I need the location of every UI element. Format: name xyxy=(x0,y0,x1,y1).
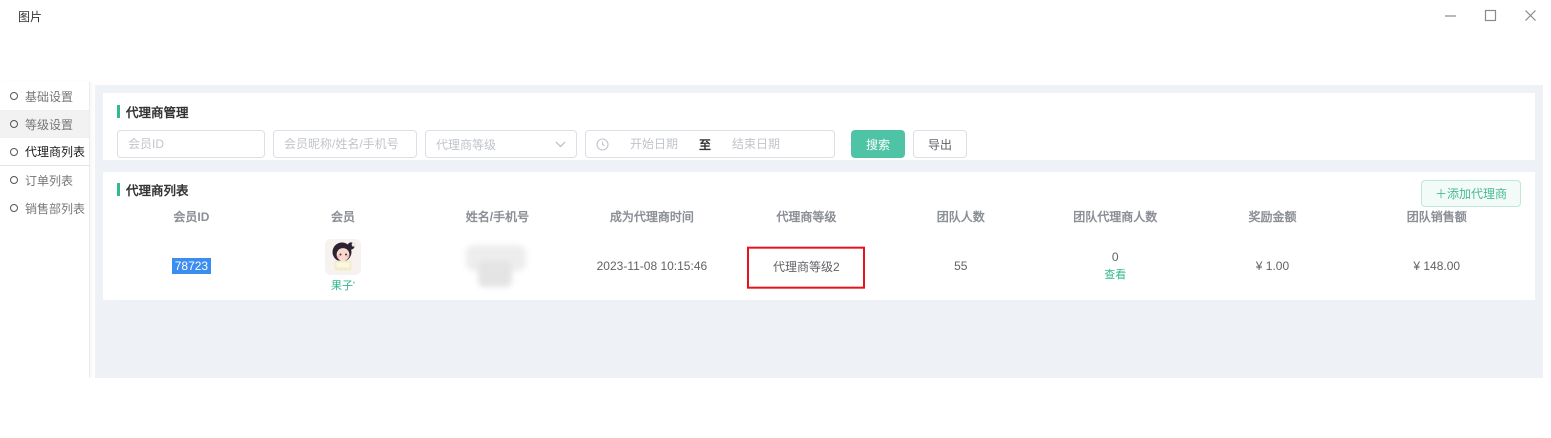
start-date-input[interactable] xyxy=(615,137,693,151)
sidebar-item-label: 基础设置 xyxy=(25,88,73,105)
member-cell: 果子' xyxy=(266,231,420,302)
team-sales-cell: ¥ 148.00 xyxy=(1352,231,1521,302)
agent-management-panel: 代理商管理 代理商等级 至 搜索 导出 xyxy=(103,93,1535,160)
maximize-icon[interactable] xyxy=(1481,6,1499,24)
name-phone-cell xyxy=(420,231,574,302)
window-controls xyxy=(1441,0,1543,30)
sidebar-item-level-settings[interactable]: 等级设置 xyxy=(0,110,89,138)
sidebar-item-basic-settings[interactable]: 基础设置 xyxy=(0,82,89,110)
member-id-input[interactable] xyxy=(117,130,265,158)
export-button[interactable]: 导出 xyxy=(913,130,967,158)
view-link[interactable]: 查看 xyxy=(1104,266,1126,282)
avatar xyxy=(325,239,361,275)
member-nickname-link[interactable]: 果子' xyxy=(331,277,355,293)
col-team-agent-count: 团队代理商人数 xyxy=(1038,201,1192,231)
reward-amount-cell: ¥ 1.00 xyxy=(1192,231,1352,302)
col-member-id: 会员ID xyxy=(117,201,266,231)
section-header: 代理商列表 xyxy=(117,180,1521,199)
search-button[interactable]: 搜索 xyxy=(851,130,905,158)
main-content: 代理商管理 代理商等级 至 搜索 导出 xyxy=(95,85,1543,378)
sidebar-item-label: 销售部列表 xyxy=(25,200,85,217)
chevron-down-icon xyxy=(555,141,566,148)
col-agent-level: 代理商等级 xyxy=(729,201,883,231)
circle-bullet-icon xyxy=(10,120,18,128)
minimize-icon[interactable] xyxy=(1441,6,1459,24)
member-id-cell: 78723 xyxy=(117,231,266,302)
agent-level-value: 代理商等级2 xyxy=(773,258,840,275)
table-header-row: 会员ID 会员 姓名/手机号 成为代理商时间 代理商等级 团队人数 团队代理商人… xyxy=(117,201,1521,231)
add-agent-button[interactable]: ＋添加代理商 xyxy=(1421,180,1521,207)
join-time-cell: 2023-11-08 10:15:46 xyxy=(575,231,729,302)
member-name-input[interactable] xyxy=(273,130,417,158)
agent-level-select-placeholder: 代理商等级 xyxy=(436,136,496,153)
agent-table: 会员ID 会员 姓名/手机号 成为代理商时间 代理商等级 团队人数 团队代理商人… xyxy=(117,201,1521,302)
section-header: 代理商管理 xyxy=(117,102,1521,121)
redacted-name-blur xyxy=(460,243,534,289)
sidebar-item-label: 订单列表 xyxy=(25,172,73,189)
agent-level-cell: 代理商等级2 xyxy=(729,231,883,302)
col-team-count: 团队人数 xyxy=(884,201,1038,231)
sidebar-item-label: 代理商列表 xyxy=(25,143,85,160)
agent-level-select[interactable]: 代理商等级 xyxy=(425,130,577,158)
team-agent-count-value: 0 xyxy=(1112,250,1119,264)
team-count-cell: 55 xyxy=(884,231,1038,302)
col-join-time: 成为代理商时间 xyxy=(575,201,729,231)
col-name-phone: 姓名/手机号 xyxy=(420,201,574,231)
date-to-label: 至 xyxy=(699,136,711,153)
member-id-value[interactable]: 78723 xyxy=(172,258,211,274)
table-row: 78723 xyxy=(117,231,1521,302)
clock-icon xyxy=(596,138,609,151)
window-title: 图片 xyxy=(18,8,42,25)
date-range-picker[interactable]: 至 xyxy=(585,130,835,158)
col-member: 会员 xyxy=(266,201,420,231)
close-icon[interactable] xyxy=(1521,6,1539,24)
agent-list-panel: 代理商列表 ＋添加代理商 会员ID 会员 姓名/手机号 成为代理商时间 代理商等… xyxy=(103,172,1535,300)
sidebar-item-agent-list[interactable]: 代理商列表 xyxy=(0,138,89,166)
circle-bullet-icon xyxy=(10,92,18,100)
col-reward-amount: 奖励金额 xyxy=(1192,201,1352,231)
team-agent-count-cell: 0 查看 xyxy=(1038,231,1192,302)
sidebar-item-label: 等级设置 xyxy=(25,116,73,133)
section-title: 代理商管理 xyxy=(126,102,189,121)
section-accent-bar xyxy=(117,183,120,196)
title-bar: 图片 xyxy=(0,0,1551,30)
circle-bullet-icon xyxy=(10,176,18,184)
sidebar-item-sales-dept-list[interactable]: 销售部列表 xyxy=(0,194,89,222)
circle-bullet-icon xyxy=(10,148,18,156)
section-accent-bar xyxy=(117,105,120,118)
end-date-input[interactable] xyxy=(717,137,795,151)
circle-bullet-icon xyxy=(10,204,18,212)
sidebar-item-order-list[interactable]: 订单列表 xyxy=(0,166,89,194)
filter-row: 代理商等级 至 搜索 导出 xyxy=(117,130,1521,158)
section-title: 代理商列表 xyxy=(126,180,189,199)
sidebar: 基础设置 等级设置 代理商列表 订单列表 销售部列表 xyxy=(0,82,90,378)
page-bottom-spacer xyxy=(0,378,1551,438)
